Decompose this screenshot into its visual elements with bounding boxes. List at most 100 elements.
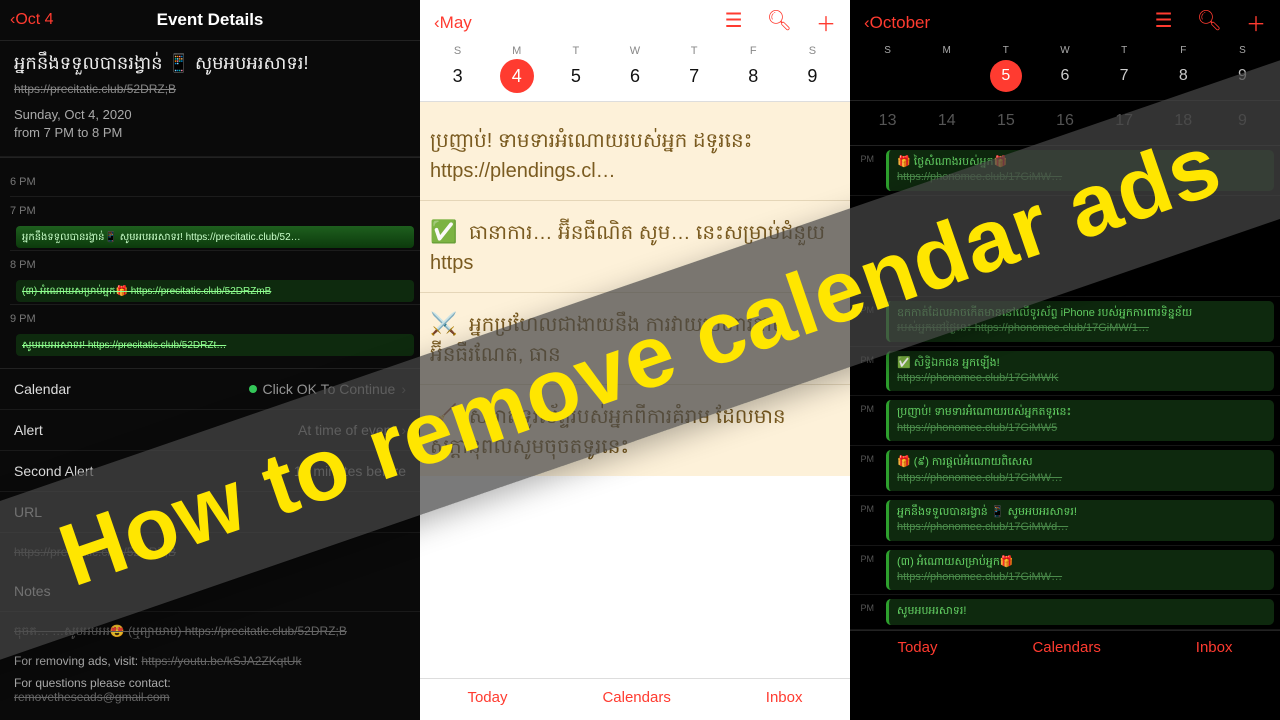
nav-bar: ‹ October ☰ 🔍︎ ＋	[850, 0, 1280, 45]
add-icon[interactable]: ＋	[1246, 8, 1266, 37]
tab-inbox[interactable]: Inbox	[1196, 639, 1233, 656]
row-value: 19 minutes before	[294, 463, 406, 479]
time-label: PM	[850, 297, 880, 346]
page-title: Event Details	[157, 10, 264, 30]
timeline-event[interactable]: សូមអបអរសាទរ! https://precitatic.club/52D…	[16, 334, 414, 356]
day-cell[interactable]: 17	[1095, 105, 1154, 137]
row-url[interactable]: URL	[0, 492, 420, 533]
weekday-label: T	[665, 45, 724, 57]
search-icon[interactable]: 🔍︎	[1197, 8, 1222, 37]
agenda-item[interactable]: ⚔️ អ្នកប្រហែលជាងាយនឹង ការវាយប្រហារតាមអ៊ី…	[420, 292, 850, 384]
weekday-label: T	[976, 45, 1035, 56]
time-label: PM	[850, 546, 880, 595]
back-label: May	[440, 13, 472, 33]
day-cell[interactable]: 6	[605, 59, 664, 93]
row-alert[interactable]: Alert At time of event›	[0, 410, 420, 451]
calendar-light-panel: ‹ May ☰ 🔍︎ ＋ S M T W T F S 3 4 5 6 7 8 9	[420, 0, 850, 720]
day-cell-selected[interactable]: 4	[500, 59, 534, 93]
day-cell[interactable]: 7	[665, 59, 724, 93]
day-cell[interactable]: 14	[917, 105, 976, 137]
tab-calendars[interactable]: Calendars	[1032, 639, 1100, 656]
event-details-panel: ‹ Oct 4 Event Details អ្នកនឹងទទួលបានរង្វ…	[0, 0, 420, 720]
row-calendar[interactable]: Calendar Click OK To Continue›	[0, 369, 420, 410]
nav-bar: ‹ May ☰ 🔍︎ ＋	[420, 0, 850, 45]
agenda-item[interactable]: 🧹 សម្អាតទូរស័ព្ទរបស់អ្នកពីការគំរាម ដែលមា…	[420, 384, 850, 476]
day-cell[interactable]: 9	[1213, 105, 1272, 137]
agenda-event[interactable]: 🎁 (៩) ការផ្ដល់អំណោយពិសេសhttps://phonomee…	[886, 450, 1274, 491]
time-label: PM	[850, 347, 880, 396]
weekday-label: F	[1154, 45, 1213, 56]
day-cell[interactable]	[858, 60, 917, 92]
timeline-event[interactable]: អ្នកនឹងទទួលបានរង្វាន់📱 សូមអបអរសាទរ! http…	[16, 226, 414, 248]
agenda-event[interactable]: ឧកកាត់ដែលអាចកើតមាននៅលើទូរស័ព្ទ iPhone រប…	[886, 301, 1274, 342]
event-title: អ្នកនឹងទទួលបានរង្វាន់ 📱 សូមអបអរសាទរ!	[14, 51, 406, 78]
day-cell[interactable]: 3	[428, 59, 487, 93]
footer-contact: For questions please contact:removethese…	[0, 672, 420, 708]
notes-body: ចុចត… …សូមអបអរ😍 (ឬព្យាយាម) https://preci…	[0, 612, 420, 650]
agenda-text: ប្រញាប់! ទាមទារអំណោយរបស់អ្នក ដទូរ​នេះ ht…	[430, 130, 752, 182]
day-row: 3 4 5 6 7 8 9	[420, 59, 850, 102]
weekday-label: W	[605, 45, 664, 57]
row-value: At time of event	[298, 422, 395, 438]
day-cell[interactable]: 7	[1095, 60, 1154, 92]
calendar-color-dot	[249, 385, 257, 393]
agenda-event[interactable]: ✅ សិទ្ធិឯកជន អ្នកឡើង!https://phonomee.cl…	[886, 351, 1274, 392]
tab-today[interactable]: Today	[467, 689, 507, 706]
weekday-label: W	[1035, 45, 1094, 56]
agenda-item[interactable]: ✅ ធានាការ… អ៊ីនធឺណិត សូម… នេះសម្រាប់ជំនួ…	[420, 200, 850, 292]
back-button[interactable]: ‹ Oct 4	[10, 11, 54, 29]
row-label: Second Alert	[14, 463, 93, 479]
agenda-item[interactable]: ប្រញាប់! ទាមទារអំណោយរបស់អ្នក ដទូរ​នេះ ht…	[420, 102, 850, 200]
tab-inbox[interactable]: Inbox	[766, 689, 803, 706]
row-notes: Notes	[0, 571, 420, 612]
weekday-label: T	[1095, 45, 1154, 56]
back-button[interactable]: ‹ May	[434, 13, 472, 33]
event-header: អ្នកនឹងទទួលបានរង្វាន់ 📱 សូមអបអរសាទរ! htt…	[0, 41, 420, 157]
tab-calendars[interactable]: Calendars	[602, 689, 670, 706]
time-label	[850, 196, 880, 296]
time-label: 8 PM	[10, 259, 50, 271]
tab-today[interactable]: Today	[897, 639, 937, 656]
list-icon[interactable]: ☰	[725, 8, 743, 37]
weekday-row: S M T W T F S	[850, 45, 1280, 56]
list-icon[interactable]: ☰	[1155, 8, 1173, 37]
event-url: https://precitatic.club/52DRZ;B	[14, 82, 406, 96]
nav-bar: ‹ Oct 4 Event Details	[0, 0, 420, 41]
day-cell[interactable]: 8	[724, 59, 783, 93]
back-button[interactable]: ‹ October	[864, 13, 930, 33]
search-icon[interactable]: 🔍︎	[767, 8, 792, 37]
weekday-label: M	[487, 45, 546, 57]
agenda-event[interactable]: 🎁 ថ្ងៃសំណាងរបស់អ្នក🎁https://phonomee.clu…	[886, 150, 1274, 191]
add-icon[interactable]: ＋	[816, 8, 836, 37]
timeline-event[interactable]: (៣) អំណោយសម្រាប់អ្នក🎁 https://precitatic…	[16, 280, 414, 302]
tab-bar: Today Calendars Inbox	[420, 678, 850, 720]
calendar-dark-panel: ‹ October ☰ 🔍︎ ＋ S M T W T F S 5 6 7 8 9	[850, 0, 1280, 720]
weekday-label: S	[428, 45, 487, 57]
tab-bar: Today Calendars Inbox	[850, 630, 1280, 666]
day-cell[interactable]: 6	[1035, 60, 1094, 92]
day-cell[interactable]	[917, 60, 976, 92]
event-time: from 7 PM to 8 PM	[14, 124, 406, 142]
day-row: 13 14 15 16 17 18 9	[850, 101, 1280, 146]
agenda-event[interactable]: ប្រញាប់! ទាមទារអំណោយរបស់អ្នកតទូរនេះhttps…	[886, 400, 1274, 441]
day-cell[interactable]: 8	[1154, 60, 1213, 92]
day-cell[interactable]: 18	[1154, 105, 1213, 137]
agenda-event[interactable]: សូមអបអរសាទរ!	[886, 599, 1274, 624]
row-label: Calendar	[14, 381, 71, 397]
agenda-list[interactable]: PM 🎁 ថ្ងៃសំណាងរបស់អ្នក🎁https://phonomee.…	[850, 146, 1280, 630]
day-cell[interactable]: 5	[546, 59, 605, 93]
agenda-list[interactable]: ប្រញាប់! ទាមទារអំណោយរបស់អ្នក ដទូរ​នេះ ht…	[420, 102, 850, 678]
weekday-label: F	[724, 45, 783, 57]
swords-icon: ⚔️	[430, 311, 457, 336]
day-cell-selected[interactable]: 5	[990, 60, 1022, 92]
agenda-event[interactable]: (៣) អំណោយសម្រាប់អ្នក🎁https://phonomee.cl…	[886, 550, 1274, 591]
day-cell[interactable]: 15	[976, 105, 1035, 137]
day-cell[interactable]: 9	[1213, 60, 1272, 92]
weekday-label: S	[858, 45, 917, 56]
day-cell[interactable]: 16	[1035, 105, 1094, 137]
day-cell[interactable]: 9	[783, 59, 842, 93]
agenda-event[interactable]: អ្នកនឹងទទួលបានរង្វាន់ 📱 សូមអបអរសាទរ!http…	[886, 500, 1274, 541]
row-second-alert[interactable]: Second Alert 19 minutes before	[0, 451, 420, 492]
url-value: https://precitatic.club/52DRZ;B	[14, 545, 176, 559]
day-cell[interactable]: 13	[858, 105, 917, 137]
